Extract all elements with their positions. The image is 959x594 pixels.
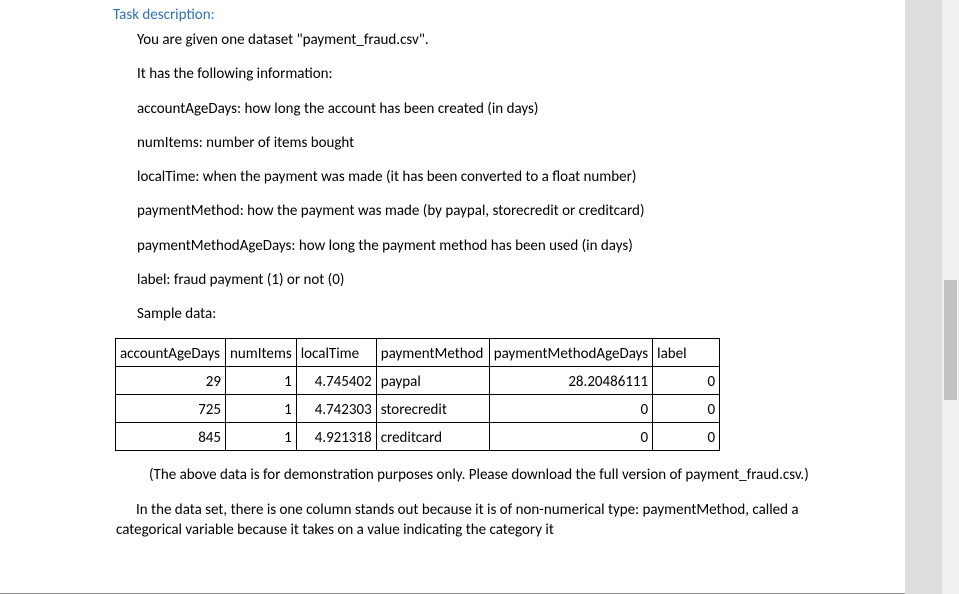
paragraph-continuation: In the data set, there is one column sta… [116,500,865,541]
table-row: 845 1 4.921318 creditcard 0 0 [116,423,720,451]
paragraph-note: (The above data is for demonstration pur… [137,465,865,485]
paragraph-has-info: It has the following information: [137,64,865,84]
cell-paymentMethodAgeDays: 0 [489,395,652,423]
task-description-block: You are given one dataset "payment_fraud… [115,30,865,324]
vertical-scrollbar-track[interactable] [942,0,959,594]
document-page: Task description: You are given one data… [0,0,905,594]
table-row: 29 1 4.745402 paypal 28.20486111 0 [116,367,720,395]
cell-localTime: 4.745402 [296,367,376,395]
cell-localTime: 4.742303 [296,395,376,423]
cell-numItems: 1 [226,395,297,423]
header-accountAgeDays: accountAgeDays [116,339,226,367]
cell-paymentMethod: storecredit [376,395,489,423]
scrollbar-gutter [905,0,959,594]
cell-paymentMethod: creditcard [376,423,489,451]
table-header-row: accountAgeDays numItems localTime paymen… [116,339,720,367]
paragraph-accountAgeDays: accountAgeDays: how long the account has… [137,99,865,119]
paragraph-paymentMethodAgeDays: paymentMethodAgeDays: how long the payme… [137,236,865,256]
cell-localTime: 4.921318 [296,423,376,451]
paragraph-label: label: fraud payment (1) or not (0) [137,270,865,290]
cell-paymentMethodAgeDays: 28.20486111 [489,367,652,395]
cell-paymentMethod: paypal [376,367,489,395]
paragraph-numItems: numItems: number of items bought [137,133,865,153]
paragraph-sample-data: Sample data: [137,304,865,324]
cell-paymentMethodAgeDays: 0 [489,423,652,451]
cell-label: 0 [653,423,720,451]
paragraph-intro: You are given one dataset "payment_fraud… [137,30,865,50]
cell-label: 0 [653,395,720,423]
sample-data-table: accountAgeDays numItems localTime paymen… [115,338,720,451]
cell-numItems: 1 [226,367,297,395]
header-numItems: numItems [226,339,297,367]
cell-label: 0 [653,367,720,395]
paragraph-localTime: localTime: when the payment was made (it… [137,167,865,187]
document-content: Task description: You are given one data… [0,0,905,540]
header-paymentMethod: paymentMethod [376,339,489,367]
table-row: 725 1 4.742303 storecredit 0 0 [116,395,720,423]
header-localTime: localTime [296,339,376,367]
cell-numItems: 1 [226,423,297,451]
cell-accountAgeDays: 845 [116,423,226,451]
cell-accountAgeDays: 29 [116,367,226,395]
vertical-scrollbar-thumb[interactable] [944,280,957,400]
header-paymentMethodAgeDays: paymentMethodAgeDays [489,339,652,367]
paragraph-paymentMethod: paymentMethod: how the payment was made … [137,201,865,221]
section-title: Task description: [113,6,865,24]
cell-accountAgeDays: 725 [116,395,226,423]
header-label: label [653,339,720,367]
